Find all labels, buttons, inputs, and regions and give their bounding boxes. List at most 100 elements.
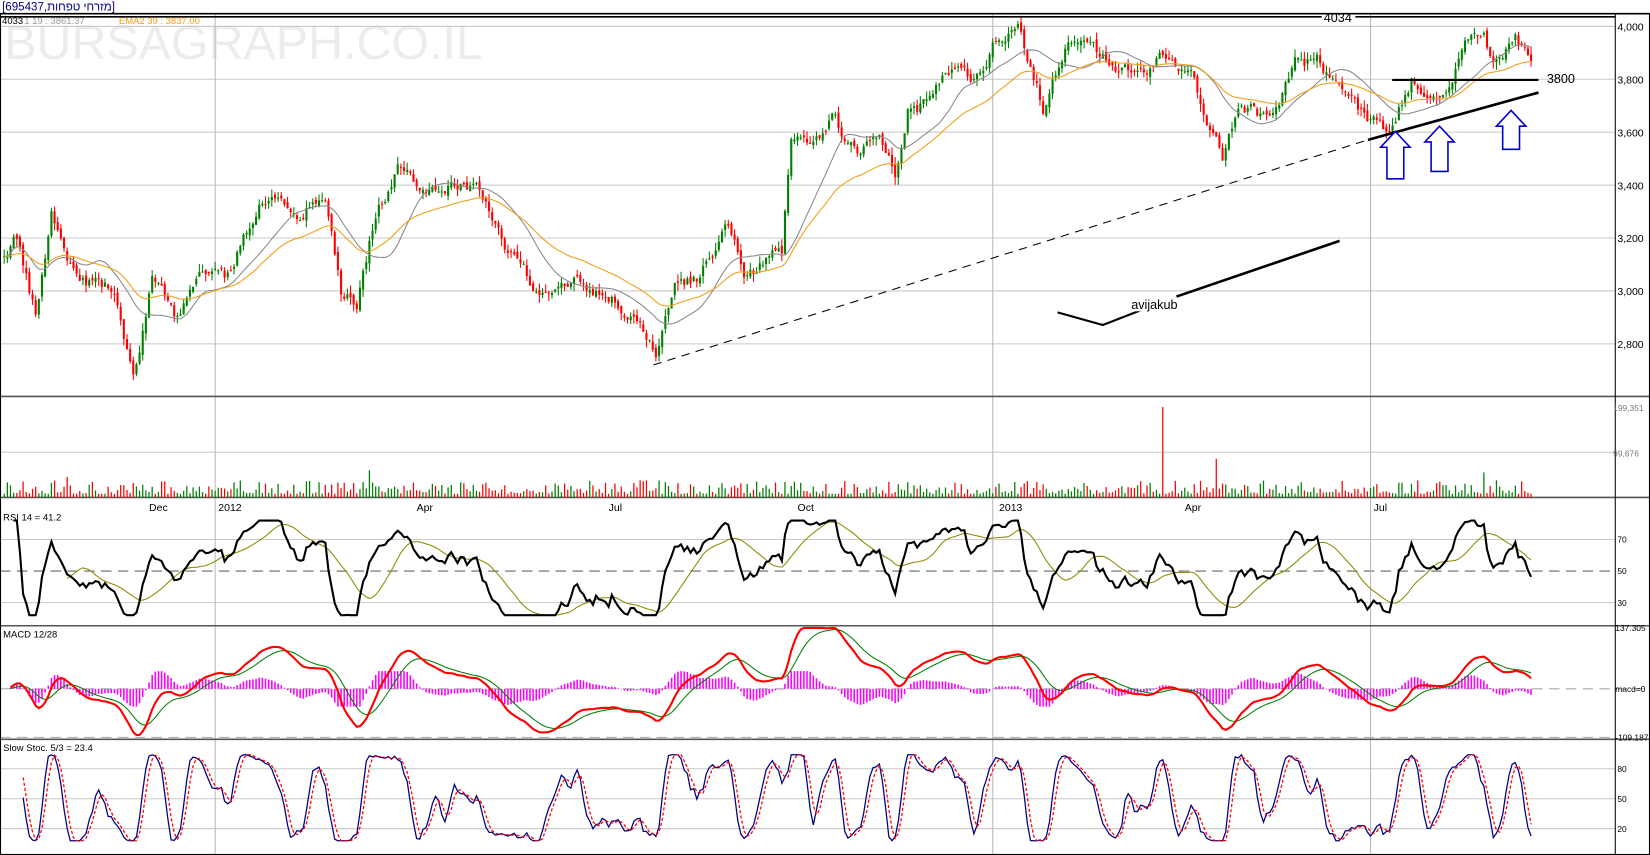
candle-body [1205, 115, 1208, 126]
candle-body [912, 106, 916, 108]
candle-body [692, 277, 695, 282]
candle-body [554, 289, 557, 292]
candle-body [919, 103, 922, 113]
candle-body [742, 262, 746, 278]
candle-body [1360, 107, 1363, 109]
candle-body [547, 292, 550, 294]
candle-body [245, 232, 248, 235]
candle-body [588, 290, 591, 293]
candle-body [56, 222, 59, 231]
candle-body [1303, 58, 1306, 66]
candle-body [1407, 92, 1410, 97]
candle-body [1020, 22, 1023, 32]
candle-body [1067, 42, 1070, 51]
candle-body [1215, 131, 1218, 137]
candle-body [1416, 85, 1419, 90]
candle-body [708, 258, 711, 260]
stoch-d-line [22, 754, 1532, 842]
candle-body [431, 187, 434, 192]
candle-body [626, 317, 629, 320]
candle-body [1208, 125, 1212, 131]
candle-body [1489, 46, 1492, 57]
candle-body [805, 138, 809, 143]
candle-body [336, 251, 339, 271]
ma-label: 1 19 : 3861.37 [24, 16, 84, 27]
stoch-k-line [22, 753, 1532, 842]
candle-body [629, 316, 632, 321]
candle-body [1385, 126, 1388, 132]
candle-body [815, 136, 818, 141]
candle-body [286, 202, 289, 209]
stock-chart[interactable]: BURSAGRAPH.CO.IL 4034 3800 avijakub 4,00… [0, 0, 1650, 855]
candle-body [783, 210, 787, 254]
price-axis-label: 4,000 [1617, 22, 1643, 34]
last-value: 4033 [2, 16, 23, 27]
ema39-line [4, 60, 1532, 307]
candle-body [982, 71, 985, 74]
candle-body [1177, 68, 1180, 71]
candle-body [563, 283, 566, 287]
candle-body [796, 136, 799, 141]
candle-body [1262, 112, 1265, 114]
candle-body [1419, 87, 1422, 94]
candle-body [1158, 52, 1161, 59]
candle-body [1167, 57, 1171, 59]
candle-body [50, 210, 53, 236]
candle-body [613, 296, 617, 303]
candle-body [440, 191, 443, 193]
candle-body [1306, 59, 1309, 64]
candle-body [229, 270, 232, 272]
candle-body [683, 279, 686, 285]
candle-body [280, 195, 283, 199]
candle-body [1312, 58, 1315, 60]
candle-body [881, 133, 884, 145]
candle-body [343, 296, 346, 299]
candle-body [975, 73, 979, 80]
candle-body [897, 162, 900, 178]
candle-body [727, 223, 730, 226]
candle-body [358, 287, 362, 311]
candle-body [204, 270, 207, 275]
candle-body [1161, 50, 1164, 56]
candle-body [903, 133, 906, 148]
candle-body [777, 248, 780, 252]
candle-body [657, 346, 661, 356]
candle-body [1259, 113, 1262, 117]
candle-body [1246, 108, 1249, 112]
candle-body [327, 200, 330, 217]
candle-body [352, 295, 355, 305]
candle-body [409, 171, 412, 174]
candle-body [267, 200, 270, 204]
candle-body [875, 138, 878, 140]
candle-body [1212, 128, 1215, 134]
candle-body [1353, 97, 1356, 99]
candle-body [122, 319, 125, 339]
candle-body [125, 339, 129, 349]
candle-body [1501, 58, 1504, 60]
candle-body [1256, 108, 1259, 116]
candle-body [1441, 95, 1444, 98]
candle-body [1180, 69, 1183, 72]
candle-body [994, 40, 997, 43]
candle-body [1287, 78, 1290, 83]
candle-body [1511, 42, 1514, 44]
price-axis-label: 3,200 [1617, 233, 1643, 245]
date-axis-label: 2013 [999, 502, 1023, 514]
candle-body [91, 278, 94, 281]
candle-body [768, 256, 771, 258]
candle-body [393, 174, 396, 188]
axes: 4,000 3,800 3,600 3,400 3,200 3,000 2,800 199,3… [149, 22, 1649, 834]
candle-body [465, 182, 469, 190]
title-bar [0, 0, 1650, 13]
date-axis-label: Jul [1374, 502, 1387, 514]
candle-body [1350, 94, 1353, 96]
candlesticks [3, 15, 1533, 380]
chart-window: BURSAGRAPH.CO.IL 4034 3800 avijakub 4,00… [0, 0, 1650, 855]
candle-body [1463, 40, 1467, 53]
macd-axis-label: -109.187 [1615, 733, 1649, 743]
candle-body [129, 349, 132, 362]
candle-body [1070, 43, 1073, 45]
candle-body [1523, 46, 1526, 48]
candle-body [1136, 70, 1139, 73]
volume-axis-label: 199,351 [1613, 403, 1644, 413]
